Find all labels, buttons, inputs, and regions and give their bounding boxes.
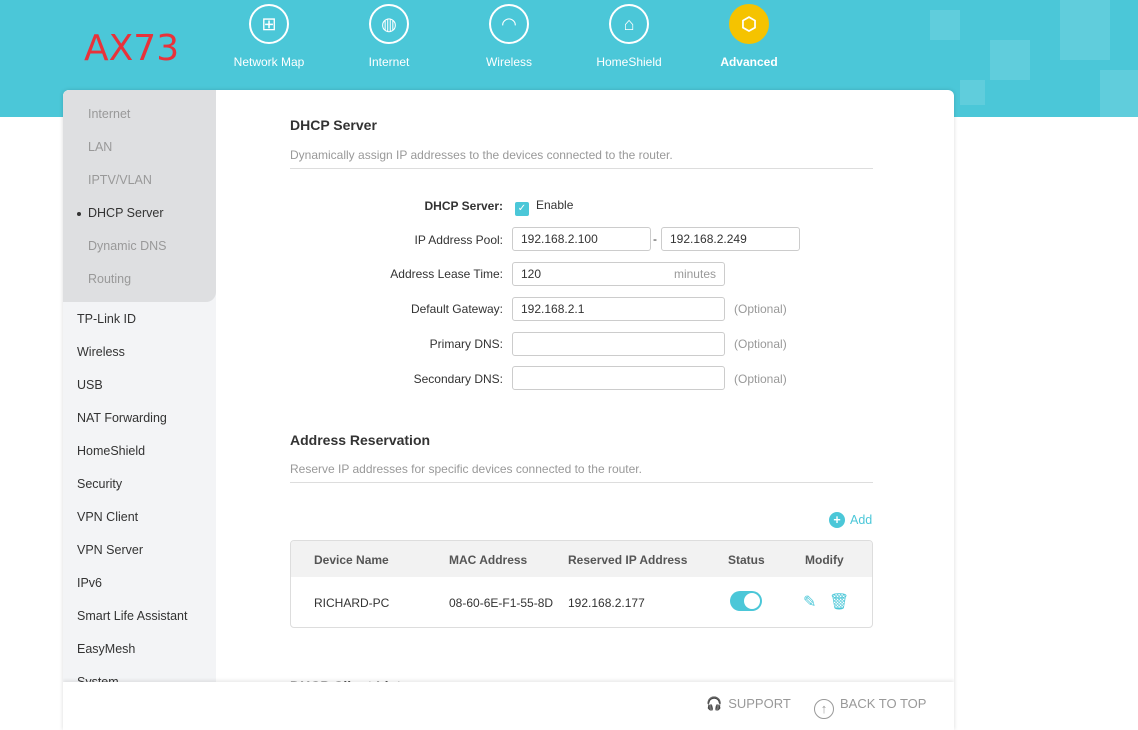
- gear-icon: ⬡: [729, 4, 769, 44]
- nav-wireless[interactable]: ◠ Wireless: [449, 4, 569, 69]
- mac-address: 08-60-6E-F1-55-8D: [449, 596, 554, 610]
- add-button[interactable]: + Add: [829, 512, 872, 528]
- sidebar-sub-dhcp-server[interactable]: DHCP Server: [76, 206, 163, 220]
- sidebar-sub-iptv[interactable]: IPTV/VLAN: [88, 173, 152, 187]
- primary-dns-input[interactable]: [512, 332, 725, 356]
- edit-icon[interactable]: ✎: [803, 592, 816, 612]
- pool-separator: -: [653, 232, 657, 246]
- pool-end-input[interactable]: 192.168.2.249: [661, 227, 800, 251]
- headset-icon: 🎧: [706, 696, 723, 711]
- product-logo: AX73: [84, 28, 180, 69]
- network-submenu: Internet LAN IPTV/VLAN DHCP Server Dynam…: [63, 90, 216, 302]
- secondary-dns-input[interactable]: [512, 366, 725, 390]
- enable-checkbox[interactable]: ✓ Enable: [515, 198, 573, 216]
- main-content: DHCP Server Dynamically assign IP addres…: [216, 90, 954, 730]
- reservation-desc: Reserve IP addresses for specific device…: [290, 462, 642, 476]
- lease-input[interactable]: 120 minutes: [512, 262, 725, 286]
- optional-hint: (Optional): [734, 337, 787, 351]
- col-mac: MAC Address: [449, 553, 528, 567]
- sidebar-item-vpn-client[interactable]: VPN Client: [77, 510, 138, 524]
- reservation-title: Address Reservation: [290, 432, 431, 448]
- pool-label: IP Address Pool:: [414, 233, 504, 247]
- primary-dns-label: Primary DNS:: [429, 337, 503, 351]
- plus-icon: +: [829, 512, 845, 528]
- dhcp-title: DHCP Server: [290, 117, 377, 133]
- add-label: Add: [850, 513, 873, 527]
- lease-label: Address Lease Time:: [390, 267, 503, 281]
- back-to-top-label: BACK TO TOP: [840, 696, 927, 711]
- sidebar-item-easymesh[interactable]: EasyMesh: [77, 642, 135, 656]
- arrow-up-circle-icon: ↑: [814, 699, 834, 719]
- wifi-icon: ◠: [489, 4, 529, 44]
- sidebar-item-ipv6[interactable]: IPv6: [77, 576, 102, 590]
- support-link[interactable]: 🎧 SUPPORT: [706, 696, 791, 712]
- nav-label: Advanced: [720, 55, 778, 69]
- homeshield-icon: ⌂: [609, 4, 649, 44]
- sidebar-sub-routing[interactable]: Routing: [88, 272, 131, 286]
- nav-label: Wireless: [485, 55, 532, 69]
- trash-icon[interactable]: 🗑: [829, 592, 849, 612]
- table-row: RICHARD-PC 08-60-6E-F1-55-8D 192.168.2.1…: [291, 577, 872, 627]
- globe-icon: ◍: [369, 4, 409, 44]
- sidebar-sub-lan[interactable]: LAN: [88, 140, 112, 154]
- sidebar-item-tplink-id[interactable]: TP-Link ID: [77, 312, 136, 326]
- sidebar-item-smart-life[interactable]: Smart Life Assistant: [77, 609, 187, 623]
- nav-network-map[interactable]: ⊞ Network Map: [209, 4, 329, 69]
- reserved-ip: 192.168.2.177: [568, 596, 645, 610]
- gateway-label: Default Gateway:: [410, 302, 503, 316]
- sidebar-item-homeshield[interactable]: HomeShield: [77, 444, 145, 458]
- sidebar-item-nat[interactable]: NAT Forwarding: [77, 411, 167, 425]
- sidebar-sub-ddns[interactable]: Dynamic DNS: [88, 239, 167, 253]
- pool-start-input[interactable]: 192.168.2.100: [512, 227, 651, 251]
- reservation-table: Device Name MAC Address Reserved IP Addr…: [290, 540, 873, 628]
- divider: [290, 482, 873, 483]
- content-card: Internet LAN IPTV/VLAN DHCP Server Dynam…: [63, 90, 954, 730]
- divider: [290, 168, 873, 169]
- nav-label: Network Map: [233, 55, 305, 69]
- status-toggle[interactable]: [730, 591, 762, 611]
- col-status: Status: [728, 553, 765, 567]
- nav-internet[interactable]: ◍ Internet: [329, 4, 449, 69]
- sidebar-item-usb[interactable]: USB: [77, 378, 103, 392]
- optional-hint: (Optional): [734, 302, 787, 316]
- network-map-icon: ⊞: [249, 4, 289, 44]
- nav-homeshield[interactable]: ⌂ HomeShield: [569, 4, 689, 69]
- secondary-dns-label: Secondary DNS:: [413, 372, 503, 386]
- footer-bar: 🎧 SUPPORT ↑ BACK TO TOP: [63, 682, 954, 730]
- optional-hint: (Optional): [734, 372, 787, 386]
- col-reserved-ip: Reserved IP Address: [568, 553, 688, 567]
- col-modify: Modify: [805, 553, 844, 567]
- checkmark-icon: ✓: [515, 202, 529, 216]
- gateway-input[interactable]: 192.168.2.1: [512, 297, 725, 321]
- sidebar-item-wireless[interactable]: Wireless: [77, 345, 125, 359]
- sidebar-item-vpn-server[interactable]: VPN Server: [77, 543, 143, 557]
- support-label: SUPPORT: [728, 696, 791, 711]
- sidebar-item-security[interactable]: Security: [77, 477, 122, 491]
- lease-unit: minutes: [673, 267, 716, 281]
- back-to-top-link[interactable]: ↑ BACK TO TOP: [814, 696, 926, 719]
- sidebar: Internet LAN IPTV/VLAN DHCP Server Dynam…: [63, 90, 216, 730]
- device-name: RICHARD-PC: [314, 596, 390, 610]
- enable-label: Enable: [536, 198, 574, 212]
- nav-label: Internet: [368, 55, 410, 69]
- table-header: Device Name MAC Address Reserved IP Addr…: [291, 541, 872, 577]
- nav-advanced[interactable]: ⬡ Advanced: [689, 4, 809, 69]
- dhcp-desc: Dynamically assign IP addresses to the d…: [290, 148, 673, 162]
- col-device-name: Device Name: [314, 553, 389, 567]
- lease-value: 120: [521, 267, 542, 281]
- nav-label: HomeShield: [596, 55, 662, 69]
- sidebar-sub-internet[interactable]: Internet: [88, 107, 130, 121]
- dhcp-server-label: DHCP Server:: [424, 199, 503, 213]
